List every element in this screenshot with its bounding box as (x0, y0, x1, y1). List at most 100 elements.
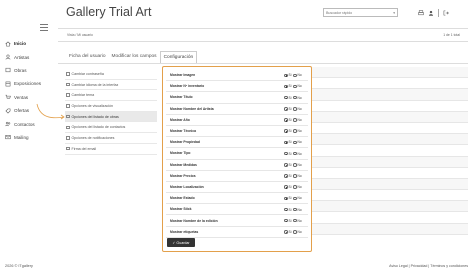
radio-yes[interactable] (284, 151, 288, 156)
tab-bar: Ficha del usuario Modificar los campos C… (66, 51, 198, 63)
radio-yes[interactable] (284, 207, 288, 212)
radio-no[interactable] (293, 196, 297, 201)
settings-item-icon (66, 72, 70, 76)
option-row: Mostrar Stick Sí No (166, 204, 308, 216)
radio-no[interactable] (293, 84, 297, 89)
options-list: Mostrar Imagen Sí No Mostrar Nº inventario S… (166, 70, 308, 238)
yes-no-radio-group: Sí No (284, 73, 303, 77)
option-row: Mostrar Imagen Sí No (166, 70, 308, 82)
tab-modificar-campos[interactable]: Modificar los campos (109, 51, 160, 63)
user-icon[interactable] (428, 10, 434, 16)
radio-no[interactable] (293, 163, 297, 167)
radio-no[interactable] (293, 107, 297, 111)
radio-no-label: No (297, 218, 302, 223)
radio-yes[interactable] (284, 118, 288, 122)
radio-yes[interactable] (284, 230, 288, 234)
settings-item[interactable]: Opciones del listado de contactos (65, 122, 157, 134)
home-icon (5, 41, 11, 47)
radio-yes[interactable] (284, 218, 288, 223)
radio-yes[interactable] (284, 129, 288, 133)
option-row: Mostrar Técnica Sí No (166, 126, 308, 138)
option-label: Mostrar Propiedad (170, 140, 200, 145)
search-input[interactable]: Buscador rápido ▾ (323, 8, 398, 17)
sidebar-item-exposiciones[interactable]: Exposiciones (0, 77, 56, 90)
settings-item-label: Opciones de notificaciones (71, 135, 115, 140)
settings-item[interactable]: Cambiar tema (65, 90, 157, 102)
radio-yes[interactable] (284, 107, 288, 111)
radio-yes-label: Sí (288, 118, 292, 123)
print-icon[interactable] (418, 10, 424, 16)
option-row: Mostrar Título Sí No (166, 92, 308, 104)
footer-copyright: 2026 © ITgallery (5, 264, 33, 268)
settings-item[interactable]: Firma del email (65, 144, 157, 155)
settings-item-active[interactable]: Opciones del listado de obras (65, 111, 157, 123)
settings-item[interactable]: Cambiar contraseña (65, 69, 157, 80)
yes-no-radio-group: Sí No (284, 152, 303, 156)
option-label: Mostrar Técnica (170, 129, 197, 134)
settings-item-label: Cambiar tema (71, 93, 95, 98)
radio-yes[interactable] (284, 84, 288, 89)
radio-yes[interactable] (284, 196, 288, 201)
option-row: Mostrar Medidas Sí No (166, 160, 308, 171)
radio-no-label: No (297, 84, 302, 89)
radio-no[interactable] (293, 73, 297, 78)
radio-no[interactable] (293, 118, 297, 122)
radio-yes[interactable] (284, 73, 288, 78)
sidebar-item-label: Exposiciones (14, 81, 42, 87)
radio-no[interactable] (293, 151, 297, 156)
settings-item[interactable]: Opciones de visualización (65, 101, 157, 112)
settings-item-label: Cambiar idioma de la interfaz (71, 82, 119, 87)
yes-no-radio-group: Sí No (284, 208, 303, 212)
list-options-panel: Mostrar Imagen Sí No Mostrar Nº inventario S… (162, 66, 312, 252)
option-label: Mostrar etiquetas (170, 229, 199, 234)
sidebar-item-mailing[interactable]: Mailing (0, 131, 56, 144)
sidebar-item-label: Ventas (14, 94, 29, 100)
radio-no-label: No (297, 151, 302, 156)
menu-toggle-icon[interactable] (40, 24, 48, 33)
radio-yes-label: Sí (288, 207, 292, 212)
sidebar-item-inicio[interactable]: Inicio (0, 37, 56, 50)
sidebar-item-label: Artistas (14, 54, 30, 60)
settings-item-label: Cambiar contraseña (71, 71, 104, 76)
radio-yes[interactable] (284, 163, 288, 167)
sidebar-item-artistas[interactable]: Artistas (0, 50, 56, 63)
radio-yes[interactable] (284, 95, 288, 100)
radio-no[interactable] (293, 95, 297, 100)
radio-no-label: No (297, 118, 302, 123)
radio-no[interactable] (293, 185, 297, 189)
radio-no-label: No (297, 106, 302, 111)
sidebar-item-obras[interactable]: Obras (0, 64, 56, 77)
settings-item[interactable]: Opciones de notificaciones (65, 133, 157, 144)
logout-icon[interactable] (443, 10, 449, 16)
save-button[interactable]: ✓ Guardar (167, 238, 195, 247)
sidebar: Inicio Artistas Obras Exposiciones Venta… (0, 0, 56, 275)
settings-item-icon (66, 104, 70, 108)
sidebar-item-label: Obras (14, 67, 27, 73)
option-label: Mostrar Medidas (170, 162, 197, 167)
radio-no[interactable] (293, 230, 297, 234)
radio-no[interactable] (293, 129, 297, 133)
annotation-arrow (36, 103, 65, 120)
settings-item[interactable]: Cambiar idioma de la interfaz (65, 80, 157, 91)
tab-configuracion[interactable]: Configuración (159, 51, 198, 63)
radio-yes-label: Sí (288, 218, 292, 223)
tab-ficha-usuario[interactable]: Ficha del usuario (66, 51, 109, 63)
radio-yes[interactable] (284, 174, 288, 178)
settings-item-icon (66, 136, 70, 140)
option-label: Mostrar Título (170, 95, 193, 100)
breadcrumb: Vista / Mi usuario (67, 33, 93, 37)
radio-yes[interactable] (284, 185, 288, 189)
radio-no[interactable] (293, 140, 297, 145)
footer-links[interactable]: Aviso Legal | Privacidad | Términos y co… (389, 264, 468, 268)
radio-no[interactable] (293, 207, 297, 212)
settings-item-label: Opciones del listado de obras (71, 114, 119, 119)
option-row: Mostrar Nombre del Artista Sí No (166, 104, 308, 115)
radio-no[interactable] (293, 218, 297, 223)
app-title: Gallery Trial Art (66, 5, 152, 19)
header-actions (418, 9, 449, 17)
record-count: 1 de 1 total (443, 33, 460, 37)
yes-no-radio-group: Sí No (284, 174, 303, 178)
radio-yes[interactable] (284, 140, 288, 145)
option-label: Mostrar Nombre de la edición (170, 218, 218, 223)
radio-no[interactable] (293, 174, 297, 178)
